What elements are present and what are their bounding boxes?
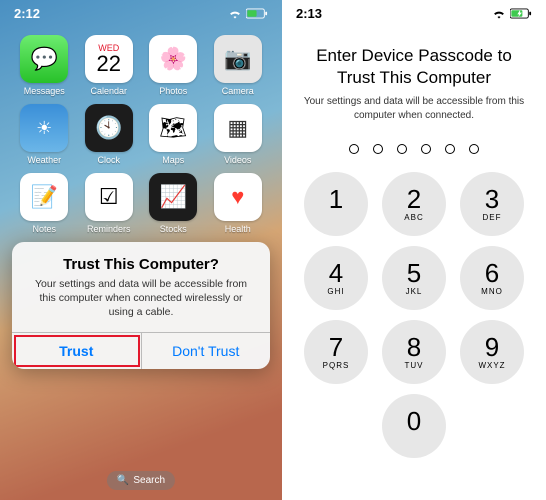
videos-app-icon: ▦ bbox=[214, 104, 262, 152]
keypad-0-button[interactable]: 0 bbox=[382, 394, 446, 458]
key-letters: WXYZ bbox=[478, 361, 505, 370]
app-label: Reminders bbox=[87, 224, 131, 234]
passcode-dot bbox=[445, 144, 455, 154]
home-screen: 2:12 💬 Messages WED22 Calendar 🌸 Photos 📷 Camer… bbox=[0, 0, 282, 500]
wifi-icon bbox=[228, 9, 242, 19]
keypad-7-button[interactable]: 7PQRS bbox=[304, 320, 368, 384]
key-letters: ABC bbox=[404, 213, 423, 222]
status-bar: 2:13 bbox=[282, 0, 546, 23]
health-app-icon: ♥ bbox=[214, 173, 262, 221]
status-time: 2:12 bbox=[14, 6, 40, 21]
notes-app-icon: 📝 bbox=[20, 173, 68, 221]
trust-button[interactable]: Trust bbox=[12, 333, 142, 369]
keypad-5-button[interactable]: 5JKL bbox=[382, 246, 446, 310]
passcode-dot bbox=[373, 144, 383, 154]
keypad-3-button[interactable]: 3DEF bbox=[460, 172, 524, 236]
status-icons bbox=[228, 8, 268, 19]
search-pill[interactable]: 🔍 Search bbox=[107, 471, 175, 490]
app-label: Health bbox=[225, 224, 251, 234]
key-letters: DEF bbox=[483, 213, 502, 222]
clock-app-icon: 🕙 bbox=[85, 104, 133, 152]
app-grid: 💬 Messages WED22 Calendar 🌸 Photos 📷 Camera ☀︎ We… bbox=[0, 23, 282, 246]
key-number: 7 bbox=[329, 334, 343, 360]
passcode-dot bbox=[349, 144, 359, 154]
search-label: Search bbox=[133, 475, 165, 486]
stocks-app[interactable]: 📈 Stocks bbox=[145, 173, 202, 234]
weather-app[interactable]: ☀︎ Weather bbox=[16, 104, 73, 165]
key-number: 5 bbox=[407, 260, 421, 286]
key-letters: JKL bbox=[406, 287, 423, 296]
passcode-screen: 2:13 Enter Device Passcode to Trust This… bbox=[282, 0, 546, 500]
status-icons bbox=[492, 8, 532, 19]
passcode-dot bbox=[421, 144, 431, 154]
reminders-app-icon: ☑︎ bbox=[85, 173, 133, 221]
weather-app-icon: ☀︎ bbox=[20, 104, 68, 152]
app-label: Maps bbox=[162, 155, 184, 165]
key-number: 2 bbox=[407, 186, 421, 212]
key-number: 3 bbox=[485, 186, 499, 212]
status-bar: 2:12 bbox=[0, 0, 282, 23]
maps-app-icon: 🗺 bbox=[149, 104, 197, 152]
notes-app[interactable]: 📝 Notes bbox=[16, 173, 73, 234]
passcode-dot bbox=[469, 144, 479, 154]
key-number: 6 bbox=[485, 260, 499, 286]
calendar-app[interactable]: WED22 Calendar bbox=[81, 35, 138, 96]
passcode-dot bbox=[397, 144, 407, 154]
keypad-2-button[interactable]: 2ABC bbox=[382, 172, 446, 236]
app-label: Messages bbox=[24, 86, 65, 96]
key-number: 8 bbox=[407, 334, 421, 360]
camera-app-icon: 📷 bbox=[214, 35, 262, 83]
passcode-title: Enter Device Passcode to Trust This Comp… bbox=[300, 45, 528, 89]
search-icon: 🔍 bbox=[117, 475, 129, 486]
app-label: Calendar bbox=[90, 86, 127, 96]
messages-app[interactable]: 💬 Messages bbox=[16, 35, 73, 96]
clock-app[interactable]: 🕙 Clock bbox=[81, 104, 138, 165]
number-keypad: 12ABC3DEF4GHI5JKL6MNO7PQRS8TUV9WXYZ0 bbox=[282, 172, 546, 458]
app-label: Camera bbox=[222, 86, 254, 96]
app-label: Stocks bbox=[160, 224, 187, 234]
photos-app-icon: 🌸 bbox=[149, 35, 197, 83]
app-label: Photos bbox=[159, 86, 187, 96]
dialog-title: Trust This Computer? bbox=[26, 256, 256, 273]
keypad-6-button[interactable]: 6MNO bbox=[460, 246, 524, 310]
app-label: Videos bbox=[224, 155, 251, 165]
app-label: Notes bbox=[32, 224, 56, 234]
wifi-icon bbox=[492, 9, 506, 19]
key-letters: GHI bbox=[327, 287, 344, 296]
keypad-8-button[interactable]: 8TUV bbox=[382, 320, 446, 384]
passcode-dots bbox=[282, 144, 546, 154]
key-number: 4 bbox=[329, 260, 343, 286]
battery-icon bbox=[246, 8, 268, 19]
key-number: 1 bbox=[329, 186, 343, 212]
videos-app[interactable]: ▦ Videos bbox=[210, 104, 267, 165]
dont-trust-button[interactable]: Don't Trust bbox=[142, 333, 271, 369]
key-letters: TUV bbox=[405, 361, 424, 370]
key-letters: MNO bbox=[481, 287, 503, 296]
calendar-app-icon: WED22 bbox=[85, 35, 133, 83]
keypad-9-button[interactable]: 9WXYZ bbox=[460, 320, 524, 384]
keypad-1-button[interactable]: 1 bbox=[304, 172, 368, 236]
maps-app[interactable]: 🗺 Maps bbox=[145, 104, 202, 165]
reminders-app[interactable]: ☑︎ Reminders bbox=[81, 173, 138, 234]
photos-app[interactable]: 🌸 Photos bbox=[145, 35, 202, 96]
camera-app[interactable]: 📷 Camera bbox=[210, 35, 267, 96]
app-label: Weather bbox=[27, 155, 61, 165]
trust-dialog: Trust This Computer? Your settings and d… bbox=[12, 242, 270, 369]
stocks-app-icon: 📈 bbox=[149, 173, 197, 221]
keypad-4-button[interactable]: 4GHI bbox=[304, 246, 368, 310]
messages-app-icon: 💬 bbox=[20, 35, 68, 83]
key-number: 9 bbox=[485, 334, 499, 360]
passcode-subtitle: Your settings and data will be accessibl… bbox=[300, 95, 528, 122]
dialog-message: Your settings and data will be accessibl… bbox=[26, 277, 256, 320]
health-app[interactable]: ♥ Health bbox=[210, 173, 267, 234]
key-letters: PQRS bbox=[323, 361, 350, 370]
battery-icon bbox=[510, 8, 532, 19]
status-time: 2:13 bbox=[296, 6, 322, 21]
app-label: Clock bbox=[97, 155, 120, 165]
key-number: 0 bbox=[407, 408, 421, 434]
